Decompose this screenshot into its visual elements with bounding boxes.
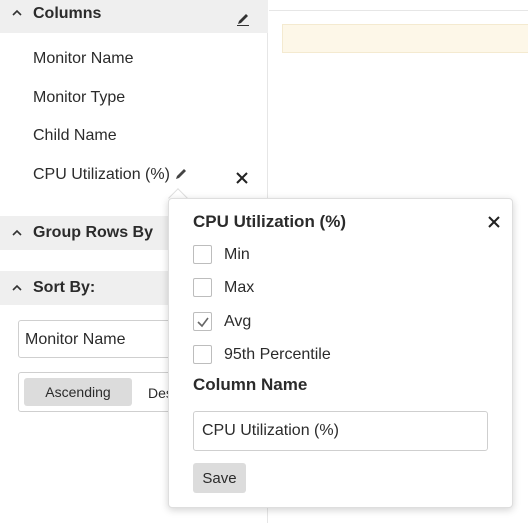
column-item[interactable]: Monitor Type [33, 89, 125, 107]
notice-banner [282, 24, 528, 53]
option-min[interactable]: Min [193, 245, 250, 264]
columns-section-header[interactable]: Columns [0, 0, 268, 33]
option-label: Avg [224, 312, 252, 330]
ascending-button[interactable]: Ascending [24, 378, 132, 406]
avg-checkbox[interactable] [193, 312, 212, 331]
option-max[interactable]: Max [193, 278, 254, 297]
column-item[interactable]: Monitor Name [33, 50, 133, 68]
column-item-cpu-utilization[interactable]: CPU Utilization (%) [33, 166, 170, 184]
column-name-input[interactable] [193, 411, 488, 451]
save-button[interactable]: Save [193, 463, 246, 493]
columns-section-title: Columns [33, 5, 102, 22]
chevron-up-icon[interactable] [10, 6, 24, 20]
sort-order-toggle: Ascending Des [18, 372, 178, 412]
group-section-title: Group Rows By [33, 224, 154, 241]
pencil-icon[interactable] [236, 12, 250, 26]
column-item[interactable]: Child Name [33, 127, 117, 145]
option-avg[interactable]: Avg [193, 312, 251, 331]
option-label: Max [224, 278, 255, 296]
min-checkbox[interactable] [193, 245, 212, 264]
close-icon[interactable] [487, 215, 501, 229]
max-checkbox[interactable] [193, 278, 212, 297]
column-edit-popup: CPU Utilization (%) Min Max Avg 95th Per… [168, 198, 513, 508]
option-label: Min [224, 245, 250, 263]
sort-section-title: Sort By: [33, 279, 96, 296]
divider [269, 10, 528, 11]
popup-title: CPU Utilization (%) [193, 212, 346, 231]
percentile-checkbox[interactable] [193, 345, 212, 364]
report-config-view: Columns Monitor Name Monitor Type Child … [0, 0, 528, 523]
option-label: 95th Percentile [224, 345, 331, 363]
chevron-up-icon[interactable] [10, 226, 24, 240]
column-name-label: Column Name [193, 375, 308, 394]
chevron-up-icon[interactable] [10, 281, 24, 295]
option-95th-percentile[interactable]: 95th Percentile [193, 345, 331, 364]
sort-by-select[interactable]: Monitor Name [18, 320, 178, 358]
edit-column-pencil-icon[interactable] [174, 167, 188, 181]
checkmark-icon [197, 317, 209, 328]
remove-column-close-icon[interactable] [235, 171, 249, 185]
